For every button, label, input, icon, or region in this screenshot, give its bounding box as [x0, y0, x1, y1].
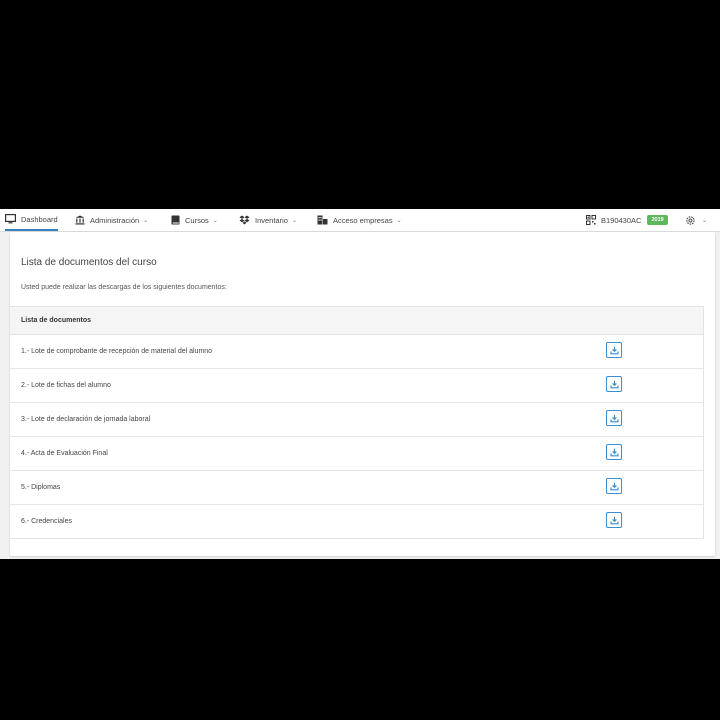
document-name: 5.- Diplomas	[21, 484, 61, 491]
chevron-down-icon: ⌄	[702, 217, 708, 224]
nav-administracion-label: Administración	[90, 215, 140, 225]
top-navbar: Dashboard Administración ⌄ Cursos ⌄ Inve…	[0, 209, 720, 232]
nav-acceso-empresas-label: Acceso empresas	[333, 215, 393, 225]
user-menu[interactable]: B190430AC 2019	[586, 209, 668, 231]
download-icon	[609, 414, 619, 422]
dropbox-icon	[239, 215, 250, 225]
documents-card: Lista de documentos del curso Usted pued…	[10, 232, 715, 556]
document-name: 1.- Lote de comprobante de recepción de …	[21, 348, 213, 355]
nav-inventario-label: Inventario	[255, 215, 288, 225]
table-row: 4.- Acta de Evaluación Final	[10, 437, 703, 471]
table-row: 1.- Lote de comprobante de recepción de …	[10, 335, 703, 369]
nav-cursos[interactable]: Cursos ⌄	[171, 209, 218, 231]
app-screen: Dashboard Administración ⌄ Cursos ⌄ Inve…	[0, 209, 720, 559]
download-button[interactable]	[606, 444, 622, 460]
table-row: 5.- Diplomas	[10, 471, 703, 505]
document-name: 4.- Acta de Evaluación Final	[21, 450, 108, 457]
download-button[interactable]	[606, 376, 622, 392]
nav-dashboard[interactable]: Dashboard	[5, 209, 58, 231]
settings-menu[interactable]: ⌄	[685, 209, 707, 231]
table-header-label: Lista de documentos	[21, 317, 92, 324]
download-icon	[609, 516, 619, 524]
download-icon	[609, 346, 619, 354]
download-icon	[609, 380, 619, 388]
monitor-icon	[5, 214, 16, 224]
download-button[interactable]	[606, 410, 622, 426]
chevron-down-icon: ⌄	[291, 217, 297, 224]
documents-table: Lista de documentos 1.- Lote de comproba…	[10, 306, 704, 539]
download-icon	[609, 482, 619, 490]
nav-administracion[interactable]: Administración ⌄	[75, 209, 148, 231]
nav-dashboard-label: Dashboard	[21, 214, 58, 224]
nav-acceso-empresas[interactable]: Acceso empresas ⌄	[317, 209, 402, 231]
nav-inventario[interactable]: Inventario ⌄	[239, 209, 297, 231]
table-row: 3.- Lote de declaración de jornada labor…	[10, 403, 703, 437]
qr-code-icon	[586, 215, 596, 225]
card-title: Lista de documentos del curso	[21, 257, 157, 268]
book-icon	[171, 215, 180, 225]
document-name: 3.- Lote de declaración de jornada labor…	[21, 416, 151, 423]
year-badge: 2019	[647, 215, 668, 225]
card-description: Usted puede realizar las descargas de lo…	[21, 284, 227, 291]
download-button[interactable]	[606, 512, 622, 528]
download-button[interactable]	[606, 342, 622, 358]
table-row: 6.- Credenciales	[10, 505, 703, 538]
download-icon	[609, 448, 619, 456]
user-code: B190430AC	[601, 215, 642, 225]
bank-icon	[75, 215, 85, 225]
building-icon	[317, 215, 328, 225]
table-row: 2.- Lote de fichas del alumno	[10, 369, 703, 403]
chevron-down-icon: ⌄	[212, 217, 218, 224]
chevron-down-icon: ⌄	[143, 217, 149, 224]
table-header: Lista de documentos	[10, 307, 703, 335]
document-name: 2.- Lote de fichas del alumno	[21, 382, 111, 389]
nav-cursos-label: Cursos	[185, 215, 209, 225]
document-name: 6.- Credenciales	[21, 518, 72, 525]
download-button[interactable]	[606, 478, 622, 494]
gear-icon	[686, 215, 695, 225]
chevron-down-icon: ⌄	[396, 217, 402, 224]
